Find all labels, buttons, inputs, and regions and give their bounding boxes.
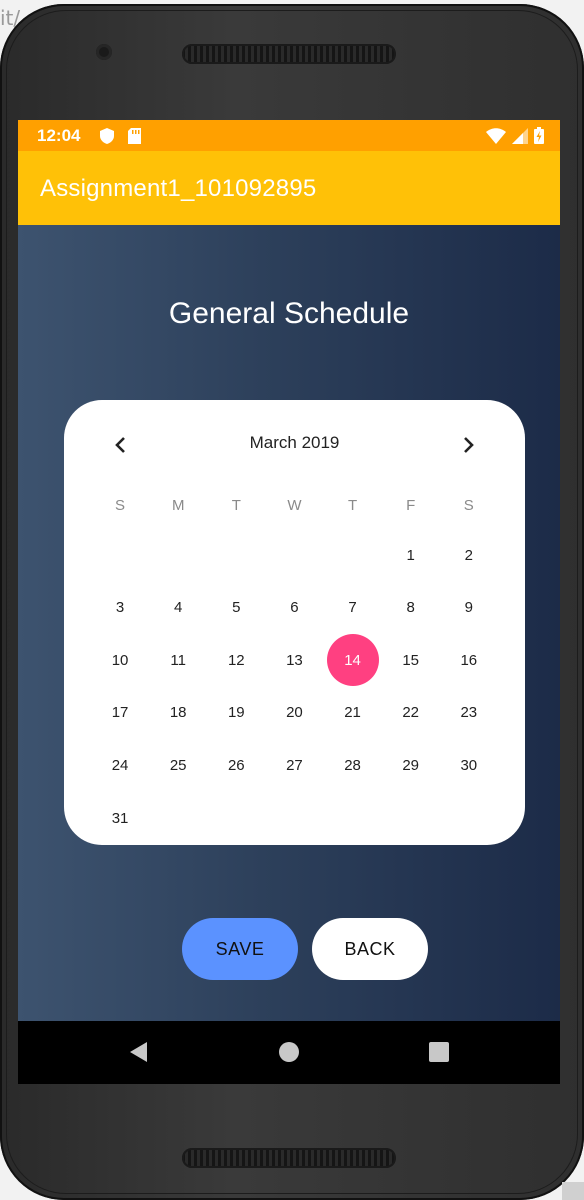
calendar-day[interactable]: 10 xyxy=(91,640,149,680)
corner-app-icon xyxy=(562,1182,584,1200)
calendar-day[interactable]: 6 xyxy=(265,588,323,628)
calendar-day[interactable]: 17 xyxy=(91,693,149,733)
shield-icon xyxy=(100,128,114,149)
calendar-empty-cell xyxy=(324,535,382,575)
calendar-day[interactable]: 15 xyxy=(382,640,440,680)
selected-day-marker: 14 xyxy=(326,634,379,687)
calendar-day[interactable]: 31 xyxy=(91,798,149,838)
calendar-day[interactable]: 26 xyxy=(207,745,265,785)
app-bar: Assignment1_101092895 xyxy=(18,151,560,225)
status-right-icons xyxy=(486,127,544,149)
weekday-label: S xyxy=(115,496,126,514)
calendar-day[interactable]: 13 xyxy=(265,640,323,680)
calendar-week-row: 12 xyxy=(91,535,498,575)
calendar-day[interactable]: 21 xyxy=(324,693,382,733)
status-left-icons xyxy=(100,128,141,149)
calendar-empty-cell xyxy=(324,798,382,838)
system-nav-bar xyxy=(18,1021,560,1084)
calendar-day[interactable]: 19 xyxy=(207,693,265,733)
calendar-empty-cell xyxy=(91,535,149,575)
weekday-label: F xyxy=(406,496,416,514)
calendar-day[interactable]: 11 xyxy=(149,640,207,680)
calendar-empty-cell xyxy=(382,798,440,838)
weekday-label: T xyxy=(231,496,241,514)
status-bar: 12:04 xyxy=(18,120,560,151)
calendar-empty-cell xyxy=(207,798,265,838)
weekday-label: M xyxy=(171,496,185,514)
calendar-day[interactable]: 7 xyxy=(324,588,382,628)
weekday-label: T xyxy=(347,496,358,514)
home-circle-icon[interactable] xyxy=(278,1041,300,1068)
calendar-day[interactable]: 16 xyxy=(440,640,498,680)
calendar-day[interactable]: 27 xyxy=(265,745,323,785)
calendar-empty-cell xyxy=(265,535,323,575)
weekday-header-row: S M T W T F S xyxy=(91,485,498,525)
calendar-day[interactable]: 22 xyxy=(382,693,440,733)
battery-charging-icon xyxy=(534,127,544,149)
calendar-week-row: 10 11 12 13 14 15 16 xyxy=(91,634,498,687)
main-content: General Schedule March 2019 S M T W T F … xyxy=(18,225,560,1021)
calendar-empty-cell xyxy=(440,798,498,838)
sd-card-icon xyxy=(128,128,141,149)
back-triangle-icon[interactable] xyxy=(128,1041,150,1068)
calendar-day[interactable]: 20 xyxy=(265,693,323,733)
calendar-day[interactable]: 5 xyxy=(207,588,265,628)
next-month-button[interactable] xyxy=(454,430,484,460)
calendar-empty-cell xyxy=(265,798,323,838)
calendar-day[interactable]: 8 xyxy=(382,588,440,628)
calendar-empty-cell xyxy=(149,535,207,575)
weekday-label: S xyxy=(463,496,474,514)
calendar-week-row: 3456789 xyxy=(91,588,498,628)
recents-square-icon[interactable] xyxy=(428,1041,450,1068)
calendar-day[interactable]: 18 xyxy=(149,693,207,733)
calendar-empty-cell xyxy=(149,798,207,838)
calendar-empty-cell xyxy=(207,535,265,575)
back-button[interactable]: BACK xyxy=(312,918,428,980)
wifi-icon xyxy=(486,127,506,149)
calendar-day[interactable]: 3 xyxy=(91,588,149,628)
calendar-day[interactable]: 12 xyxy=(207,640,265,680)
signal-icon xyxy=(512,127,528,149)
calendar-day[interactable]: 1 xyxy=(382,535,440,575)
calendar-day[interactable]: 24 xyxy=(91,745,149,785)
calendar-day[interactable]: 29 xyxy=(382,745,440,785)
calendar-day[interactable]: 28 xyxy=(324,745,382,785)
phone-frame: 12:04 Assignment1_101092895 General Sche… xyxy=(0,4,584,1200)
page-heading: General Schedule xyxy=(168,297,410,330)
weekday-label: W xyxy=(287,496,302,514)
status-time: 12:04 xyxy=(37,126,81,145)
device-screen: 12:04 Assignment1_101092895 General Sche… xyxy=(18,120,560,1084)
save-button[interactable]: SAVE xyxy=(182,918,298,980)
calendar-day[interactable]: 23 xyxy=(440,693,498,733)
calendar-week-row: 31 xyxy=(91,798,498,838)
calendar-day[interactable]: 25 xyxy=(149,745,207,785)
calendar-view: March 2019 S M T W T F S 1 2 3 4 5 6 7 8 9 10 11 12… xyxy=(64,400,525,845)
app-title: Assignment1_101092895 xyxy=(40,175,317,202)
bottom-speaker-grille xyxy=(182,1148,396,1168)
chevron-right-icon xyxy=(464,437,474,453)
front-camera xyxy=(96,44,112,60)
calendar-day[interactable]: 4 xyxy=(149,588,207,628)
calendar-week-row: 17 18 19 20 21 22 23 xyxy=(91,693,498,733)
calendar-day[interactable]: 2 xyxy=(440,535,498,575)
calendar-day[interactable]: 9 xyxy=(440,588,498,628)
calendar-day-selected[interactable]: 14 xyxy=(324,634,382,687)
calendar-day[interactable]: 30 xyxy=(440,745,498,785)
calendar-week-row: 24 25 26 27 28 29 30 xyxy=(91,745,498,785)
top-speaker-grille xyxy=(182,44,396,64)
